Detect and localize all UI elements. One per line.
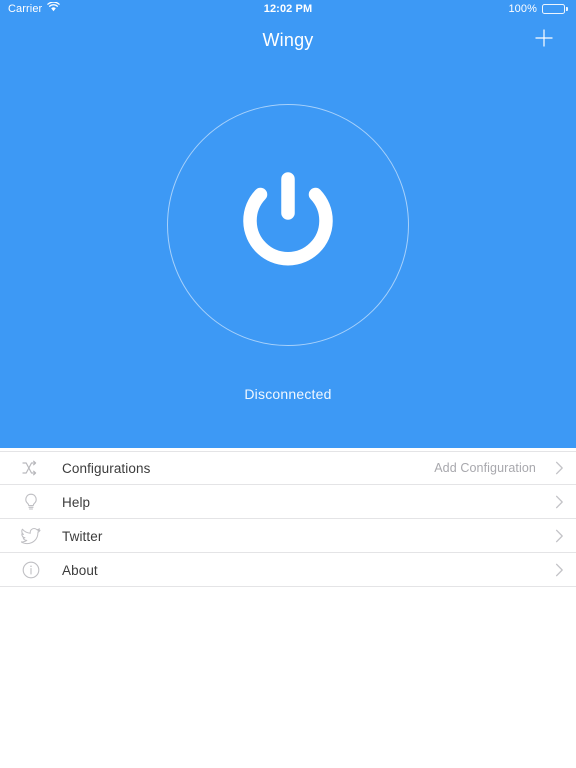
list-item-detail: Add Configuration [434,461,536,475]
list-item-label: About [62,562,98,578]
twitter-bird-icon [0,527,62,545]
list-item[interactable]: Configurations Add Configuration [0,451,576,485]
connection-status-label: Disconnected [244,386,332,402]
chevron-right-icon [546,461,572,475]
page-title: Wingy [262,29,314,50]
content-filler [0,587,576,768]
battery-percent-label: 100% [508,3,537,15]
app-root: Carrier 12:02 PM 100% Wingy Disconnected… [0,0,576,768]
list-item-label: Twitter [62,528,103,544]
list-item[interactable]: Help [0,485,576,519]
list-item-label: Configurations [62,460,151,476]
list-item[interactable]: About [0,553,576,587]
chevron-right-icon [546,529,572,543]
chevron-right-icon [546,495,572,509]
navigation-bar: Wingy [0,18,576,62]
add-configuration-button[interactable] [522,18,566,62]
status-bar-right: 100% [508,0,568,18]
power-toggle-button[interactable] [167,104,409,346]
info-circle-icon [0,561,62,579]
status-bar-clock: 12:02 PM [263,3,313,15]
plus-icon [533,27,555,54]
power-area: Disconnected [0,62,576,448]
list-item[interactable]: Twitter [0,519,576,553]
hero-section: Carrier 12:02 PM 100% Wingy Disconnected [0,0,576,448]
status-bar: Carrier 12:02 PM 100% [0,0,576,18]
battery-full-icon [542,4,568,14]
menu-list: Configurations Add Configuration Help Tw… [0,448,576,587]
list-item-label: Help [62,494,91,510]
chevron-right-icon [546,563,572,577]
power-icon [226,161,350,290]
lightbulb-icon [0,493,62,511]
shuffle-icon [0,460,62,476]
